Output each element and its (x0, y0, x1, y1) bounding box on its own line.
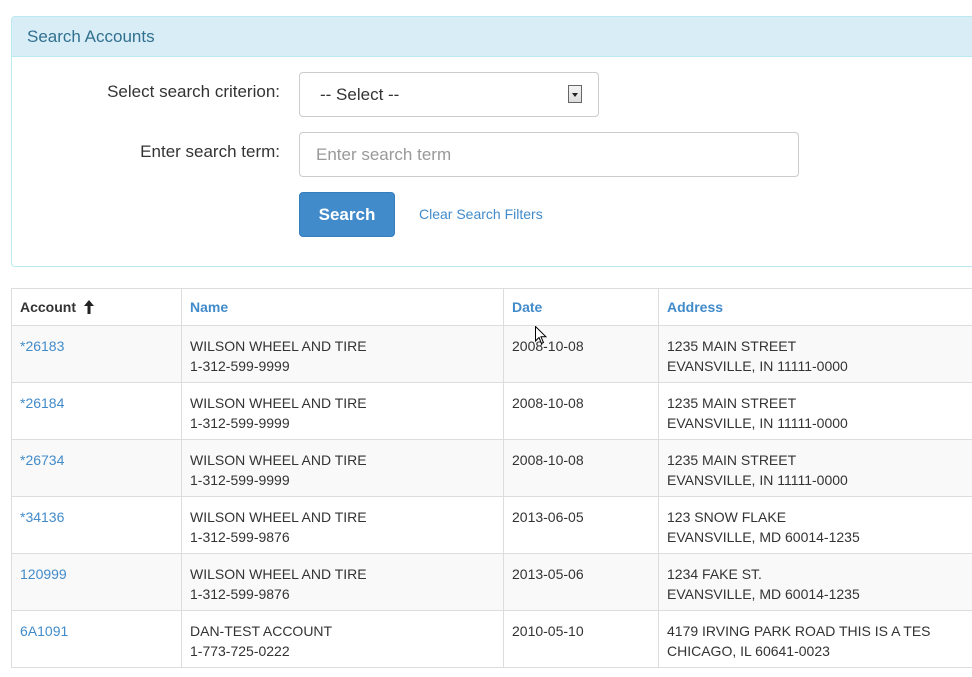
table-row: 120999 WILSON WHEEL AND TIRE 1-312-599-98… (11, 553, 972, 611)
account-phone: 1-773-725-0222 (190, 643, 290, 659)
address-line-2: CHICAGO, IL 60641-0023 (667, 643, 830, 659)
column-header-address[interactable]: Address (658, 288, 972, 326)
account-link[interactable]: *34136 (20, 509, 64, 525)
account-cell: *34136 (11, 496, 182, 554)
address-cell: 1235 MAIN STREET EVANSVILLE, IN 11111-000… (658, 325, 972, 383)
address-line-1: 1235 MAIN STREET (667, 452, 797, 468)
clear-search-filters-link[interactable]: Clear Search Filters (419, 206, 543, 222)
account-link[interactable]: *26183 (20, 338, 64, 354)
account-cell: *26183 (11, 325, 182, 383)
address-cell: 4179 IRVING PARK ROAD THIS IS A TES CHICA… (658, 610, 972, 668)
address-line-1: 4179 IRVING PARK ROAD THIS IS A TES (667, 623, 931, 639)
address-cell: 1235 MAIN STREET EVANSVILLE, IN 11111-000… (658, 439, 972, 497)
column-header-date[interactable]: Date (503, 288, 659, 326)
date-cell: 2013-06-05 (503, 496, 659, 554)
account-cell: 120999 (11, 553, 182, 611)
account-name: WILSON WHEEL AND TIRE (190, 566, 367, 582)
name-cell: WILSON WHEEL AND TIRE 1-312-599-9999 (181, 325, 504, 383)
account-phone: 1-312-599-9999 (190, 358, 290, 374)
term-label: Enter search term: (140, 142, 280, 161)
accounts-table-container: Account Name Date Address *26183 WILSON … (11, 288, 972, 668)
criterion-select[interactable]: -- Select -- (299, 72, 599, 117)
date-cell: 2008-10-08 (503, 439, 659, 497)
name-cell: WILSON WHEEL AND TIRE 1-312-599-9876 (181, 496, 504, 554)
account-cell: 6A1091 (11, 610, 182, 668)
arrow-up-icon (83, 300, 94, 314)
account-cell: *26184 (11, 382, 182, 440)
search-term-input[interactable] (299, 132, 799, 177)
table-row: *34136 WILSON WHEEL AND TIRE 1-312-599-98… (11, 496, 972, 554)
account-cell: *26734 (11, 439, 182, 497)
criterion-select-value: -- Select -- (320, 85, 400, 104)
account-name: DAN-TEST ACCOUNT (190, 623, 333, 639)
mouse-cursor-icon (535, 326, 547, 345)
name-cell: WILSON WHEEL AND TIRE 1-312-599-9876 (181, 553, 504, 611)
account-link[interactable]: 6A1091 (20, 623, 68, 639)
address-line-2: EVANSVILLE, MD 60014-1235 (667, 529, 860, 545)
account-name: WILSON WHEEL AND TIRE (190, 509, 367, 525)
account-phone: 1-312-599-9999 (190, 472, 290, 488)
accounts-table: Account Name Date Address *26183 WILSON … (11, 288, 972, 668)
account-name: WILSON WHEEL AND TIRE (190, 395, 367, 411)
column-header-account[interactable]: Account (11, 288, 182, 326)
address-line-2: EVANSVILLE, IN 11111-0000 (667, 415, 848, 431)
date-cell: 2013-05-06 (503, 553, 659, 611)
column-header-account-label: Account (20, 299, 76, 315)
account-link[interactable]: *26734 (20, 452, 64, 468)
address-line-1: 123 SNOW FLAKE (667, 509, 787, 525)
date-cell: 2010-05-10 (503, 610, 659, 668)
account-name: WILSON WHEEL AND TIRE (190, 338, 367, 354)
address-cell: 123 SNOW FLAKE EVANSVILLE, MD 60014-1235 (658, 496, 972, 554)
account-name: WILSON WHEEL AND TIRE (190, 452, 367, 468)
address-line-2: EVANSVILLE, MD 60014-1235 (667, 586, 860, 602)
name-cell: WILSON WHEEL AND TIRE 1-312-599-9999 (181, 382, 504, 440)
search-accounts-panel: Search Accounts Select search criterion:… (11, 16, 972, 267)
search-button[interactable]: Search (299, 192, 395, 237)
table-row: *26183 WILSON WHEEL AND TIRE 1-312-599-99… (11, 325, 972, 383)
table-row: *26184 WILSON WHEEL AND TIRE 1-312-599-99… (11, 382, 972, 440)
panel-title: Search Accounts (12, 17, 972, 57)
column-header-name[interactable]: Name (181, 288, 504, 326)
address-cell: 1234 FAKE ST. EVANSVILLE, MD 60014-1235 (658, 553, 972, 611)
dropdown-arrow-icon[interactable] (568, 85, 582, 103)
account-link[interactable]: 120999 (20, 566, 67, 582)
address-line-1: 1234 FAKE ST. (667, 566, 762, 582)
account-phone: 1-312-599-9999 (190, 415, 290, 431)
account-phone: 1-312-599-9876 (190, 586, 290, 602)
table-header-row: Account Name Date Address (11, 288, 972, 326)
date-cell: 2008-10-08 (503, 325, 659, 383)
criterion-label: Select search criterion: (107, 82, 280, 101)
table-row: 6A1091 DAN-TEST ACCOUNT 1-773-725-0222 20… (11, 610, 972, 668)
account-link[interactable]: *26184 (20, 395, 64, 411)
account-phone: 1-312-599-9876 (190, 529, 290, 545)
name-cell: DAN-TEST ACCOUNT 1-773-725-0222 (181, 610, 504, 668)
name-cell: WILSON WHEEL AND TIRE 1-312-599-9999 (181, 439, 504, 497)
address-line-2: EVANSVILLE, IN 11111-0000 (667, 358, 848, 374)
table-row: *26734 WILSON WHEEL AND TIRE 1-312-599-99… (11, 439, 972, 497)
date-cell: 2008-10-08 (503, 382, 659, 440)
address-line-1: 1235 MAIN STREET (667, 395, 797, 411)
address-cell: 1235 MAIN STREET EVANSVILLE, IN 11111-000… (658, 382, 972, 440)
address-line-2: EVANSVILLE, IN 11111-0000 (667, 472, 848, 488)
address-line-1: 1235 MAIN STREET (667, 338, 797, 354)
